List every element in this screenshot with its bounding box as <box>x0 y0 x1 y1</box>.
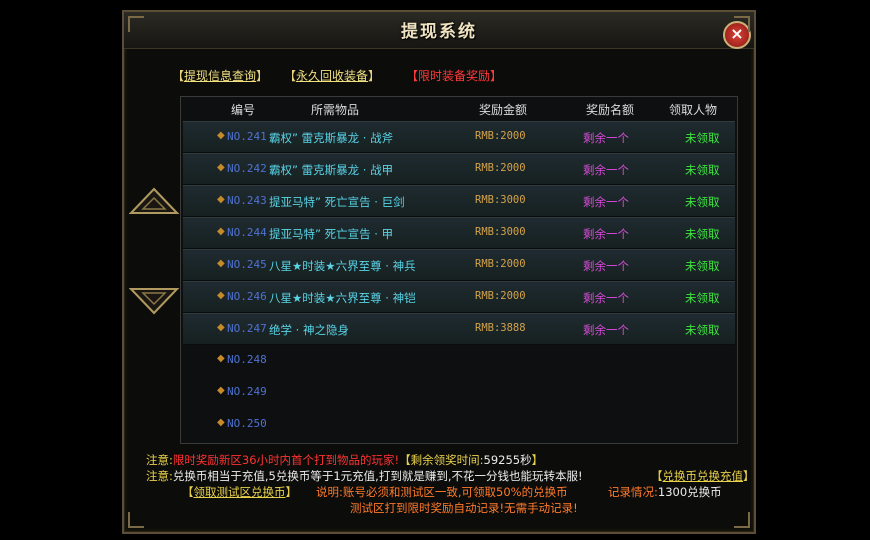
note-line-4: 测试区打到限时奖励自动记录!无需手动记录! <box>350 501 578 515</box>
table-row[interactable]: ◆ NO.241 霸权” 雷克斯暴龙 · 战斧 RMB:2000 剩余一个 未领… <box>183 121 735 153</box>
diamond-icon: ◆ <box>217 194 225 205</box>
title-bar: 提现系统 × <box>124 12 754 49</box>
table-row[interactable]: ◆ NO.243 提亚马特” 死亡宣告 · 巨剑 RMB:3000 剩余一个 未… <box>183 185 735 217</box>
header-item: 所需物品 <box>311 103 360 117</box>
table-row[interactable]: ◆ NO.244 提亚马特” 死亡宣告 · 甲 RMB:3000 剩余一个 未领… <box>183 217 735 249</box>
arrow-up-icon[interactable] <box>128 187 180 215</box>
diamond-icon: ◆ <box>217 162 225 173</box>
table-row[interactable]: ◆ NO.248 <box>183 345 735 375</box>
table-row[interactable]: ◆ NO.246 八星★时装★六界至尊 · 神铠 RMB:2000 剩余一个 未… <box>183 281 735 313</box>
tab-permanent-recycle[interactable]: 【永久回收装备】 <box>284 67 380 84</box>
header-reward: 奖励名额 <box>586 103 635 117</box>
diamond-icon: ◆ <box>217 353 225 364</box>
tab-withdraw-info[interactable]: 【提现信息查询】 <box>172 67 268 84</box>
diamond-icon: ◆ <box>217 226 225 237</box>
corner-ornament <box>734 16 750 32</box>
reward-table: 编号 所需物品 奖励金额 奖励名额 领取人物 ◆ NO.241 霸权” 雷克斯暴… <box>180 96 738 444</box>
table-row[interactable]: ◆ NO.247 绝学 · 神之隐身 RMB:3888 剩余一个 未领取 <box>183 313 735 345</box>
note-line-3-desc: 说明:账号必须和测试区一致,可领取50%的兑换币 <box>316 485 568 499</box>
diamond-icon: ◆ <box>217 258 225 269</box>
corner-ornament <box>734 512 750 528</box>
note-line-1: 注意:限时奖励新区36小时内首个打到物品的玩家!【剩余领奖时间:59255秒】 <box>146 453 544 467</box>
corner-ornament <box>128 16 144 32</box>
diamond-icon: ◆ <box>217 322 225 333</box>
exchange-recharge-link[interactable]: 【兑换币兑换充值】 <box>651 468 755 484</box>
header-id: 编号 <box>231 103 256 117</box>
diamond-icon: ◆ <box>217 130 225 141</box>
record-status: 记录情况:1300兑换币 <box>608 485 722 499</box>
tab-limited-reward[interactable]: 【限时装备奖励】 <box>406 67 502 84</box>
diamond-icon: ◆ <box>217 385 225 396</box>
table-row[interactable]: ◆ NO.242 霸权” 雷克斯暴龙 · 战甲 RMB:2000 剩余一个 未领… <box>183 153 735 185</box>
claim-test-coins-link[interactable]: 【领取测试区兑换币】 <box>182 484 297 500</box>
corner-ornament <box>128 512 144 528</box>
note-line-2: 注意:兑换币相当于充值,5兑换币等于1元充值,打到就是赚到,不花一分钱也能玩转本… <box>146 469 583 483</box>
header-amount: 奖励金额 <box>479 103 528 117</box>
window-title: 提现系统 <box>401 22 477 42</box>
table-row[interactable]: ◆ NO.250 <box>183 409 735 439</box>
withdraw-window: 提现系统 × 【提现信息查询】 【永久回收装备】 【限时装备奖励】 编号 所需物… <box>122 10 756 534</box>
table-row[interactable]: ◆ NO.249 <box>183 377 735 407</box>
table-header: 编号 所需物品 奖励金额 奖励名额 领取人物 <box>181 97 737 119</box>
diamond-icon: ◆ <box>217 417 225 428</box>
arrow-down-icon[interactable] <box>128 287 180 315</box>
table-row[interactable]: ◆ NO.245 八星★时装★六界至尊 · 神兵 RMB:2000 剩余一个 未… <box>183 249 735 281</box>
header-claimer: 领取人物 <box>669 103 718 117</box>
diamond-icon: ◆ <box>217 290 225 301</box>
